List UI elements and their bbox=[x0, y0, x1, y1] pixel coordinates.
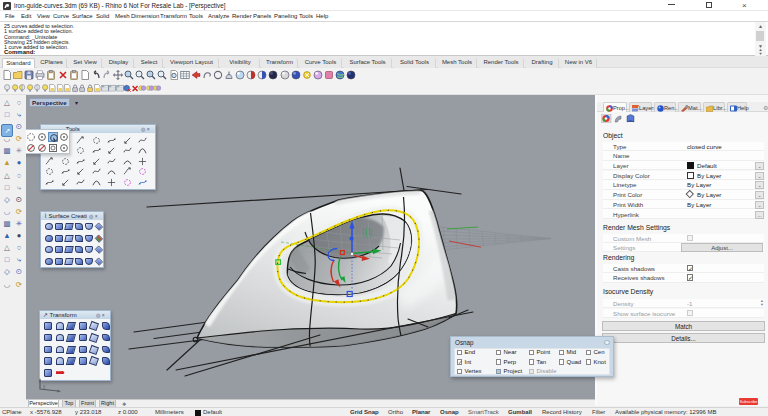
svg-text:y: y bbox=[43, 383, 46, 389]
